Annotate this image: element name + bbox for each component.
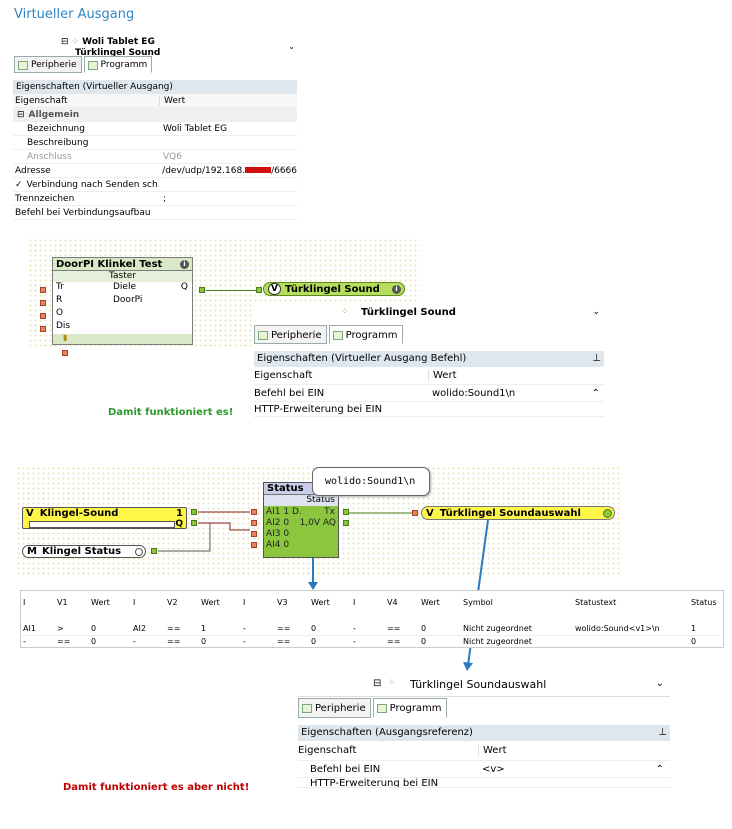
status-ai3-pin[interactable]: [251, 531, 257, 537]
status-ai4-pin[interactable]: [251, 542, 257, 548]
status-ai1-pin[interactable]: [251, 509, 257, 515]
status-aq-pin[interactable]: [343, 520, 349, 526]
peripherie-icon: [302, 704, 312, 713]
scroll-up-icon[interactable]: ⌃: [656, 764, 664, 775]
pin-icon[interactable]: ⊥: [658, 727, 667, 739]
table-header: I V1 Wert I V2 Wert I V3 Wert I V4 Wert …: [23, 598, 717, 607]
status-table: I V1 Wert I V2 Wert I V3 Wert I V4 Wert …: [20, 590, 724, 648]
vout-tuerklingel-soundauswahl[interactable]: V Türklingel Soundauswahl: [421, 506, 615, 520]
properties-panel-ausgangsreferenz: ⊟ ⁘ Türklingel Soundauswahl ⌄ Peripherie…: [298, 673, 670, 797]
chevron-down-icon[interactable]: ⌄: [656, 678, 664, 689]
table-row[interactable]: - == 0 - == 0 - == 0 - == 0 Nicht zugeordnet 0: [21, 635, 719, 647]
tab-programm[interactable]: Programm: [372, 698, 447, 718]
network-icon: ⁘: [388, 678, 396, 688]
prop-row[interactable]: Befehl bei EIN <v> ⌃: [298, 761, 670, 778]
tab-peripherie[interactable]: Peripherie: [298, 698, 371, 718]
status-dot-icon: [603, 508, 612, 518]
fails-caption: Damit funktioniert es aber nicht!: [63, 782, 250, 793]
vout2-pin[interactable]: [412, 510, 418, 516]
panel-title: Türklingel Soundauswahl: [410, 678, 547, 691]
prop-row[interactable]: HTTP-Erweiterung bei EIN: [298, 778, 670, 788]
status-ai2-pin[interactable]: [251, 520, 257, 526]
status-tx-pin[interactable]: [343, 509, 349, 515]
expand-icon[interactable]: ⊟: [373, 678, 381, 689]
table-row[interactable]: AI1 >0 AI2 == 1 - == 0 - == 0 Nicht zugeordnet w…: [21, 622, 719, 635]
column-header: Eigenschaft Wert: [298, 741, 670, 761]
programm-icon: [376, 704, 387, 713]
tooltip: wolido:Sound1\n: [312, 467, 430, 496]
section-title: Eigenschaften (Ausgangsreferenz): [301, 727, 473, 738]
